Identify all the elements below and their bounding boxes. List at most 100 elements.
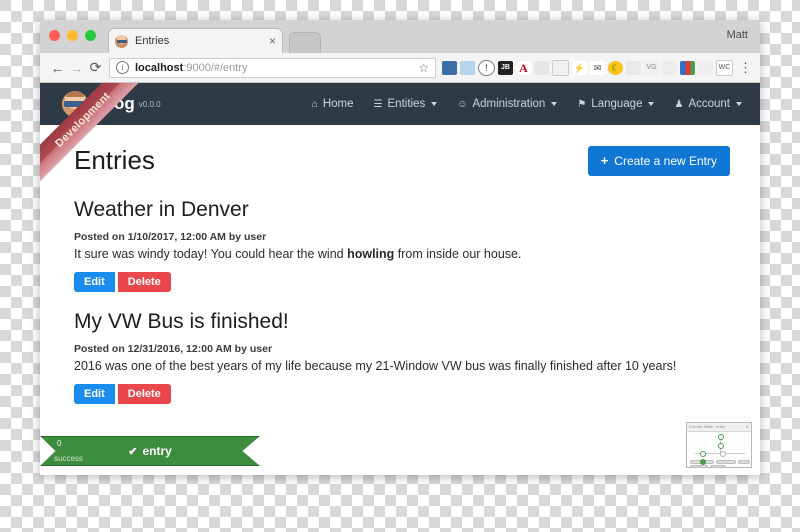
flag-icon: ⚑ xyxy=(577,98,587,110)
entry-body-part: from inside our house. xyxy=(394,247,522,261)
entry-meta: Posted on 1/10/2017, 12:00 AM by user xyxy=(74,231,267,243)
plus-icon: + xyxy=(600,153,609,168)
reload-button[interactable]: ⟳ xyxy=(86,59,105,76)
tab-close-icon[interactable]: × xyxy=(269,35,276,47)
stats-extension-icon[interactable] xyxy=(626,60,641,75)
entry-body: 2016 was one of the best years of my lif… xyxy=(74,359,730,373)
jetbrains-extension-icon[interactable]: JB xyxy=(498,60,513,75)
nav-item-administration[interactable]: ☺ Administration xyxy=(457,98,558,110)
note-extension-icon[interactable] xyxy=(552,59,569,76)
entry-body-part: It sure was windy today! You could hear … xyxy=(74,247,348,261)
nav-item-language[interactable]: ⚑ Language xyxy=(577,98,655,110)
diagram-node xyxy=(720,451,726,457)
back-button[interactable]: ← xyxy=(48,60,67,76)
chevron-down-icon xyxy=(648,102,655,106)
nav-label-entities: Entities xyxy=(387,98,426,110)
edit-button[interactable]: Edit xyxy=(74,272,115,292)
create-new-entry-button[interactable]: + Create a new Entry xyxy=(587,145,730,176)
box-extension-icon[interactable] xyxy=(662,60,677,75)
address-bar[interactable]: i localhost:9000/#/entry ☆ xyxy=(109,57,436,78)
diagram-pill xyxy=(710,465,726,467)
entry-actions: Edit Delete xyxy=(74,384,730,404)
entry-title: My VW Bus is finished! xyxy=(74,310,289,333)
edit-button[interactable]: Edit xyxy=(74,384,115,404)
entry-body: It sure was windy today! You could hear … xyxy=(74,247,730,261)
mail-extension-icon[interactable]: ✉ xyxy=(590,60,605,75)
moon-extension-icon[interactable]: ☾ xyxy=(608,60,623,75)
wc-extension-icon[interactable]: WC xyxy=(716,59,733,76)
diagram-pill xyxy=(716,460,736,464)
brand-avatar-icon xyxy=(62,91,88,117)
list-icon: ☰ xyxy=(373,98,383,110)
nav-label-language: Language xyxy=(591,98,643,110)
colorpicker-extension-icon[interactable] xyxy=(680,60,695,75)
window-user-label: Matt xyxy=(726,29,748,41)
maximize-window-button[interactable] xyxy=(85,30,96,41)
page-viewport: Blog v0.0.0 ⌂ Home ☰ Entities ☺ Administ… xyxy=(40,83,760,474)
page-content: Entries + Create a new Entry Weather in … xyxy=(40,125,760,404)
state-diagram-title: Current State : entry xyxy=(689,424,726,429)
nav-item-account[interactable]: ♟ Account xyxy=(674,98,742,110)
url-text: localhost:9000/#/entry xyxy=(135,62,418,74)
forward-button[interactable]: → xyxy=(67,60,86,76)
diagram-node xyxy=(718,443,724,449)
entry-body-bold: howling xyxy=(347,247,395,261)
browser-window: Entries × Matt ← → ⟳ i localhost:9000/#/… xyxy=(40,20,760,475)
nav-item-entities[interactable]: ☰ Entities xyxy=(374,98,438,110)
diagram-pill xyxy=(690,465,708,467)
misc-extension-icon[interactable] xyxy=(698,60,713,75)
state-diagram-body xyxy=(687,432,751,467)
page-title: Entries xyxy=(74,145,155,175)
tab-favicon-icon xyxy=(115,34,128,48)
close-window-button[interactable] xyxy=(49,30,60,41)
url-host: localhost xyxy=(135,61,184,74)
home-icon: ⌂ xyxy=(311,98,318,110)
screenshot-extension-icon[interactable] xyxy=(460,60,475,75)
grid-extension-icon[interactable] xyxy=(534,60,549,75)
pocket-extension-icon[interactable] xyxy=(442,60,457,75)
brand-name: Blog xyxy=(97,94,135,113)
bookmark-star-icon[interactable]: ☆ xyxy=(418,61,429,75)
minimize-window-button[interactable] xyxy=(67,30,78,41)
brand[interactable]: Blog v0.0.0 xyxy=(62,91,161,117)
browser-toolbar: ← → ⟳ i localhost:9000/#/entry ☆ ! JB A … xyxy=(40,53,760,83)
delete-button[interactable]: Delete xyxy=(117,272,171,292)
entry-item: Weather in Denver Posted on 1/10/2017, 1… xyxy=(74,198,730,292)
user-plus-icon: ☺ xyxy=(457,98,468,110)
delete-button[interactable]: Delete xyxy=(117,384,171,404)
vg-extension-icon[interactable]: VG xyxy=(644,60,659,75)
window-traffic-lights xyxy=(49,30,96,41)
adblock-extension-icon[interactable]: A xyxy=(516,60,531,75)
site-info-icon[interactable]: i xyxy=(116,61,129,74)
toast-label: entry xyxy=(142,444,172,458)
entry-meta: Posted on 12/31/2016, 12:00 AM by user xyxy=(74,343,273,355)
success-toast[interactable]: 0 success ✔ entry xyxy=(40,436,260,466)
nav-label-home: Home xyxy=(322,98,354,110)
state-diagram-widget[interactable]: Current State : entry ✕ xyxy=(686,422,752,468)
browser-tab-entries[interactable]: Entries × xyxy=(108,28,283,53)
browser-tabstrip: Entries × Matt xyxy=(40,20,760,53)
brand-version: v0.0.0 xyxy=(138,99,161,109)
create-new-entry-label: Create a new Entry xyxy=(614,153,717,168)
state-diagram-close-icon[interactable]: ✕ xyxy=(746,423,751,431)
new-tab-button[interactable] xyxy=(289,32,321,53)
entry-title: Weather in Denver xyxy=(74,198,249,221)
extension-toolbar: ! JB A ⚡ ✉ ☾ VG WC ⋮ xyxy=(442,59,752,76)
page-header: Entries + Create a new Entry xyxy=(74,145,730,176)
chevron-down-icon xyxy=(431,102,438,106)
url-path: :9000/#/entry xyxy=(183,61,248,74)
check-icon: ✔ xyxy=(128,445,138,458)
lightning-extension-icon[interactable]: ⚡ xyxy=(572,60,587,75)
chevron-down-icon xyxy=(736,102,742,106)
browser-menu-icon[interactable]: ⋮ xyxy=(739,61,752,74)
entry-actions: Edit Delete xyxy=(74,272,730,292)
toast-count: 0 xyxy=(57,439,62,448)
entry-item: My VW Bus is finished! Posted on 12/31/2… xyxy=(74,310,730,404)
nav-item-home[interactable]: ⌂ Home xyxy=(312,98,354,110)
info-extension-icon[interactable]: ! xyxy=(478,59,495,76)
chevron-down-icon xyxy=(551,102,558,106)
entry-body-part: 2016 was one of the best years of my lif… xyxy=(74,359,677,373)
app-navbar: Blog v0.0.0 ⌂ Home ☰ Entities ☺ Administ… xyxy=(40,83,760,125)
diagram-node xyxy=(718,434,724,440)
user-icon: ♟ xyxy=(674,98,684,110)
